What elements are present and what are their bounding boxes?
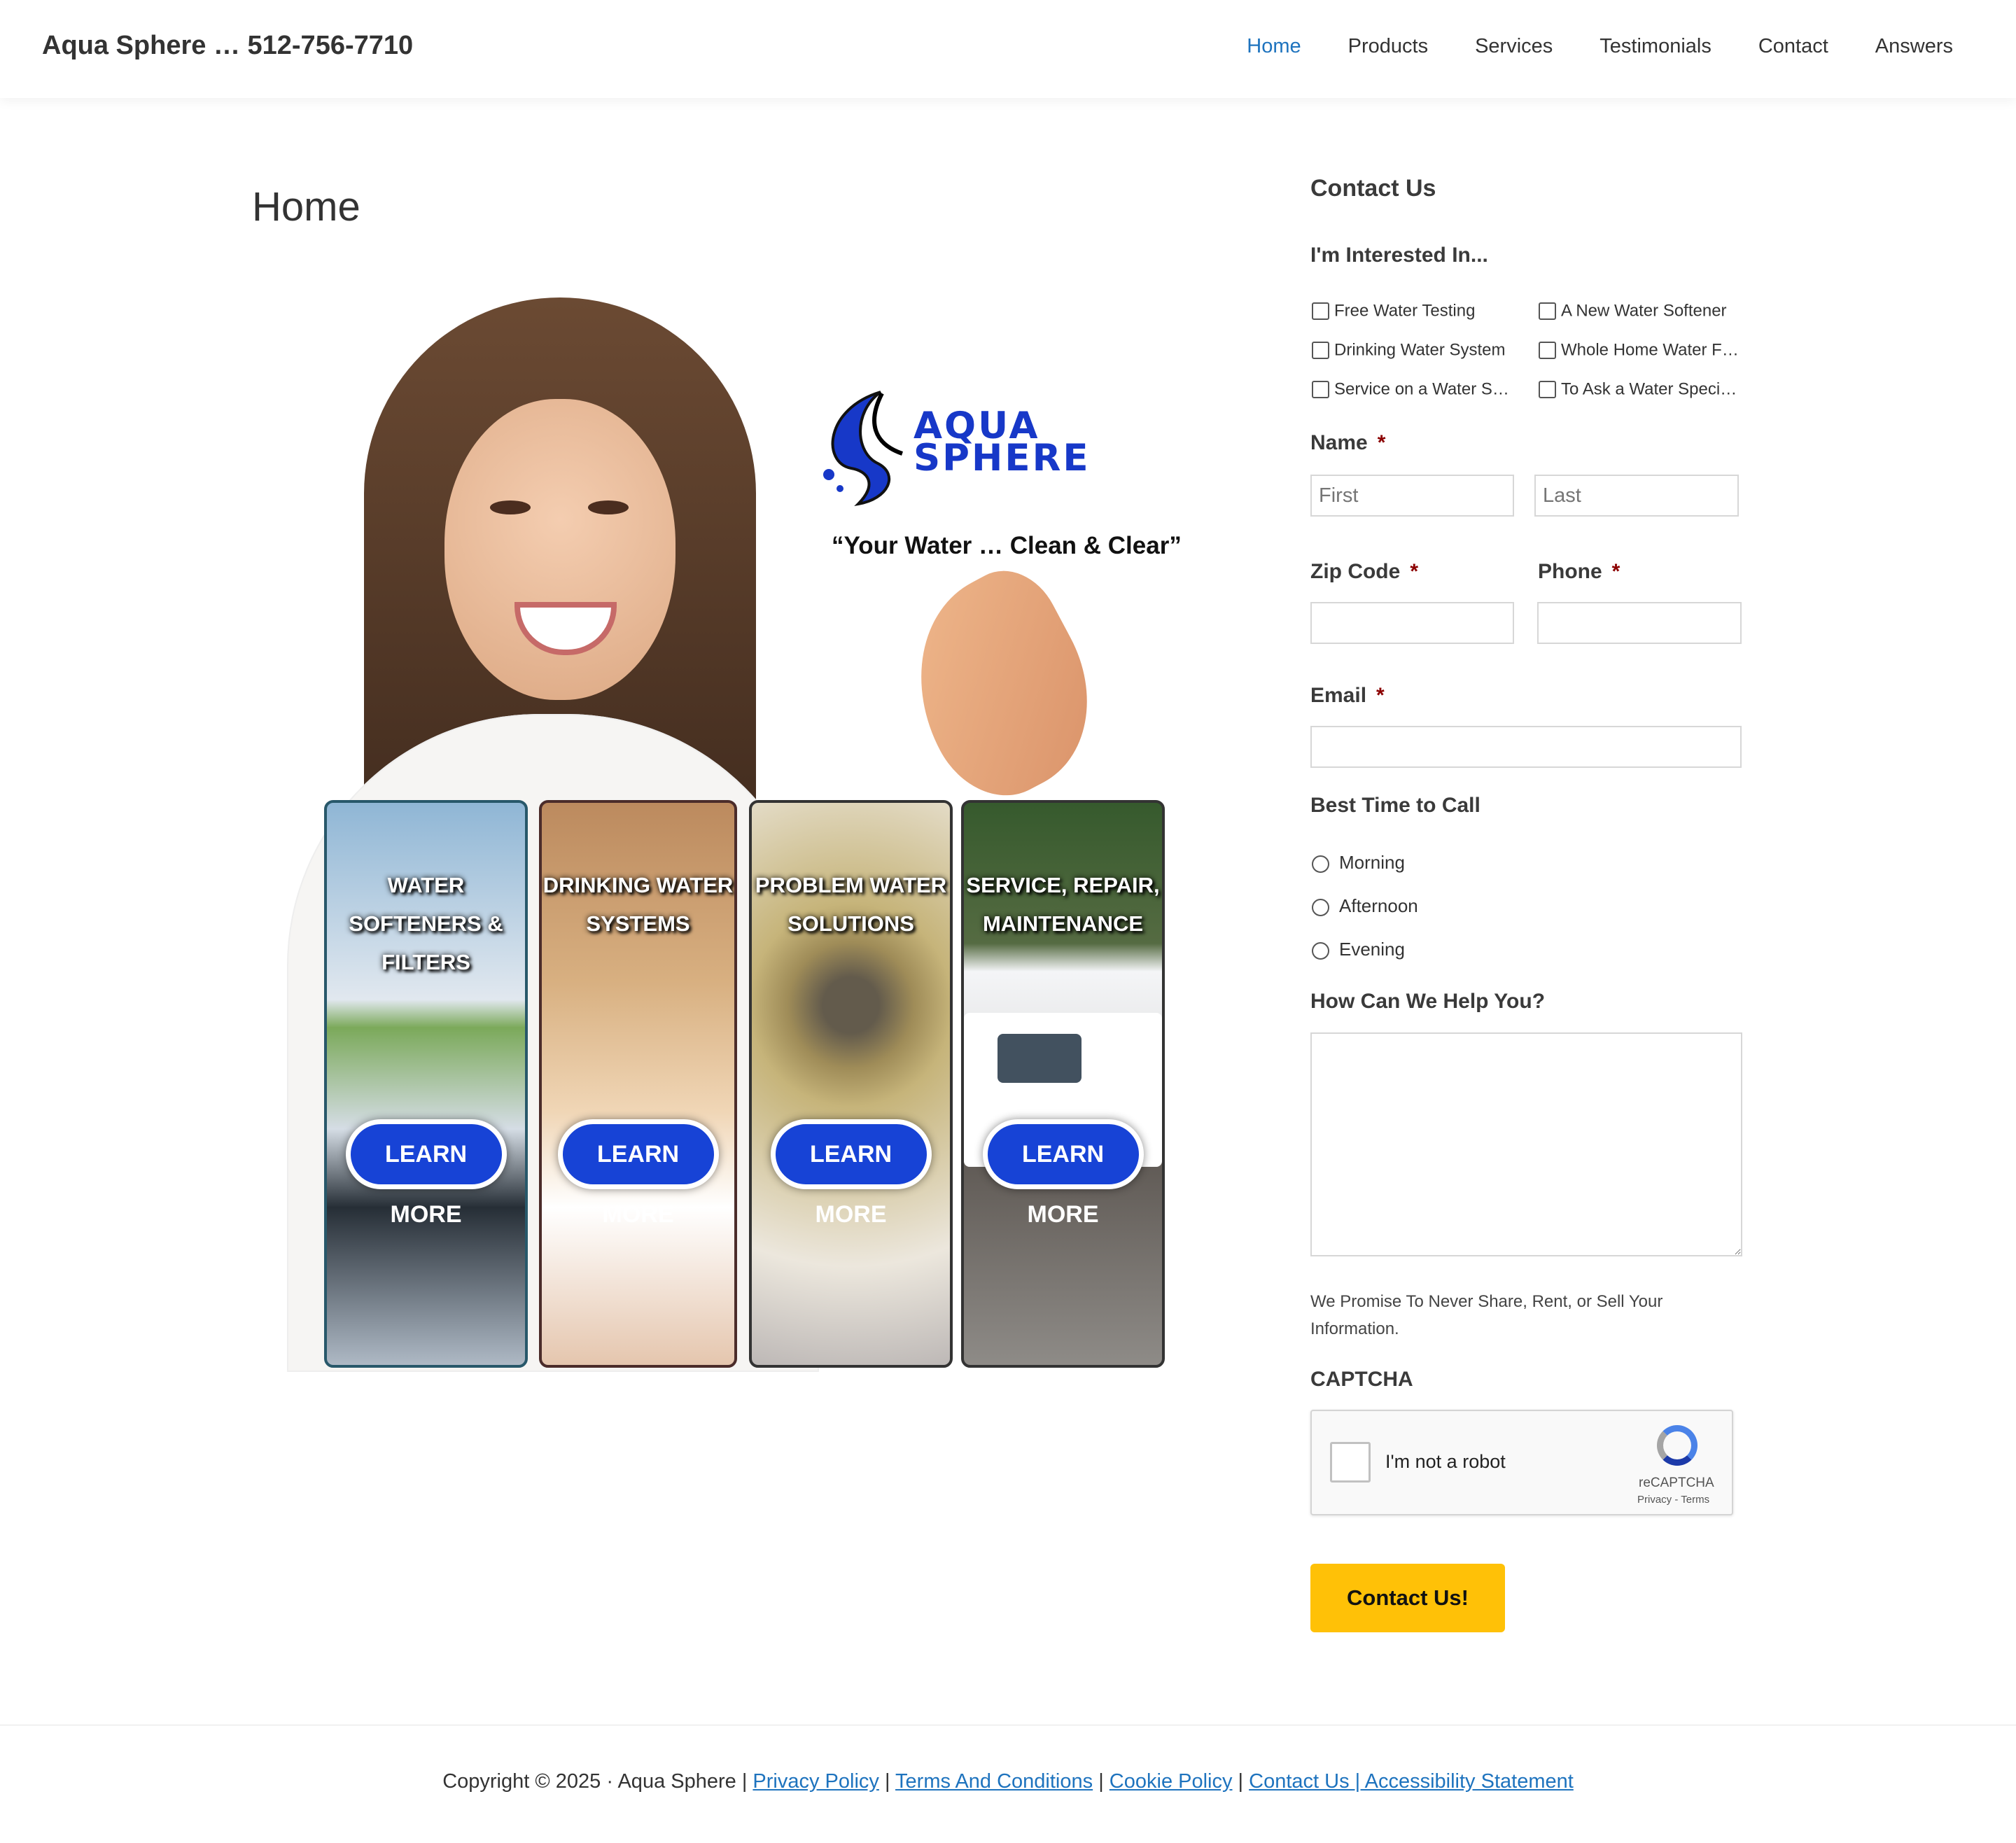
help-label: How Can We Help You? [1310, 990, 1546, 1013]
interest-free-water-testing[interactable]: Free Water Testing [1312, 301, 1475, 326]
water-softeners-card[interactable]: WATER SOFTENERS & FILTERS LEARN MORE [324, 800, 528, 1368]
interest-ask-specialist[interactable]: To Ask a Water Speci… [1539, 379, 1737, 405]
learn-more-button[interactable]: LEARN MORE [557, 1119, 719, 1228]
card-title: WATER SOFTENERS & FILTERS [349, 873, 503, 974]
privacy-policy-link[interactable]: Privacy Policy [752, 1770, 879, 1793]
site-title[interactable]: Aqua Sphere … 512-756-7710 [42, 31, 413, 61]
service-cards: WATER SOFTENERS & FILTERS LEARN MORE DRI… [324, 800, 1171, 1368]
page: Aqua Sphere … 512-756-7710 Home Products… [0, 0, 2016, 1842]
cookie-policy-link[interactable]: Cookie Policy [1110, 1770, 1233, 1793]
terms-link[interactable]: Terms And Conditions [895, 1770, 1093, 1793]
contact-accessibility-link[interactable]: Contact Us | Accessibility Statement [1249, 1770, 1574, 1793]
name-label: Name * [1310, 431, 1386, 454]
required-mark: * [1376, 684, 1385, 707]
interest-new-softener[interactable]: A New Water Softener [1539, 301, 1727, 326]
help-message-textarea[interactable] [1310, 1032, 1742, 1256]
recaptcha-label: I'm not a robot [1385, 1451, 1506, 1472]
woman-right-eye [588, 500, 629, 514]
radio-icon[interactable] [1312, 941, 1329, 960]
raised-hand-image [877, 554, 1125, 818]
aqua-sphere-logo: AQUA SPHERE [812, 371, 1155, 518]
recaptcha-widget: I'm not a robot reCAPTCHA Privacy - Term… [1310, 1410, 1733, 1515]
recaptcha-logo-icon [1657, 1425, 1698, 1466]
nav-answers[interactable]: Answers [1875, 35, 1953, 58]
contact-heading: Contact Us [1310, 175, 1436, 202]
radio-evening[interactable]: Evening [1312, 939, 1405, 960]
privacy-promise: We Promise To Never Share, Rent, or Sell… [1310, 1292, 1663, 1338]
site-header: Aqua Sphere … 512-756-7710 Home Products… [0, 0, 2016, 98]
contact-submit-button[interactable]: Contact Us! [1310, 1564, 1505, 1632]
interest-whole-home-filter[interactable]: Whole Home Water F… [1539, 340, 1739, 365]
recaptcha-checkbox[interactable] [1330, 1442, 1371, 1483]
footer-copyright: Copyright © 2025 · Aqua Sphere | Privacy… [442, 1770, 1574, 1793]
last-name-input[interactable] [1534, 475, 1739, 517]
interest-service[interactable]: Service on a Water S… [1312, 379, 1509, 405]
tagline: “Your Water … Clean & Clear” [832, 532, 1182, 559]
nav-contact[interactable]: Contact [1758, 35, 1828, 58]
phone-input[interactable] [1537, 602, 1742, 644]
logo-text: AQUA SPHERE [913, 405, 1091, 479]
required-mark: * [1377, 431, 1386, 454]
checkbox-icon[interactable] [1539, 302, 1556, 321]
radio-icon[interactable] [1312, 855, 1329, 873]
required-mark: * [1410, 560, 1419, 583]
first-name-input[interactable] [1310, 475, 1514, 517]
card-title: DRINKING WATER SYSTEMS [542, 873, 734, 936]
service-repair-card[interactable]: SERVICE, REPAIR, MAINTENANCE LEARN MORE [961, 800, 1165, 1368]
main-navigation: Home Products Services Testimonials Cont… [1200, 35, 1953, 58]
card-title: PROBLEM WATER SOLUTIONS [755, 873, 947, 936]
interest-drinking-water[interactable]: Drinking Water System [1312, 340, 1506, 365]
page-title: Home [252, 184, 360, 230]
captcha-label: CAPTCHA [1310, 1368, 1413, 1391]
learn-more-button[interactable]: LEARN MORE [982, 1119, 1144, 1228]
nav-products[interactable]: Products [1348, 35, 1428, 58]
recaptcha-links[interactable]: Privacy - Terms [1637, 1494, 1709, 1506]
site-footer: Copyright © 2025 · Aqua Sphere | Privacy… [0, 1725, 2016, 1843]
phone-label: Phone * [1538, 560, 1620, 583]
checkbox-icon[interactable] [1539, 342, 1556, 360]
drinking-water-card[interactable]: DRINKING WATER SYSTEMS LEARN MORE [539, 800, 737, 1368]
nav-services[interactable]: Services [1475, 35, 1553, 58]
nav-testimonials[interactable]: Testimonials [1600, 35, 1712, 58]
email-label: Email * [1310, 684, 1385, 707]
checkbox-icon[interactable] [1539, 381, 1556, 399]
required-mark: * [1611, 560, 1620, 583]
learn-more-button[interactable]: LEARN MORE [345, 1119, 507, 1228]
contact-form-sidebar: Contact Us I'm Interested In... Free Wat… [1310, 175, 1744, 1632]
best-time-label: Best Time to Call [1310, 794, 1480, 817]
radio-icon[interactable] [1312, 898, 1329, 916]
email-input[interactable] [1310, 726, 1742, 768]
interest-label: I'm Interested In... [1310, 244, 1488, 267]
card-title: SERVICE, REPAIR, MAINTENANCE [966, 873, 1160, 936]
hero-image: AQUA SPHERE “Your Water … Clean & Clear”… [259, 280, 1190, 1372]
recaptcha-brand: reCAPTCHA [1639, 1476, 1714, 1490]
learn-more-button[interactable]: LEARN MORE [770, 1119, 932, 1228]
checkbox-icon[interactable] [1312, 381, 1329, 399]
checkbox-icon[interactable] [1312, 342, 1329, 360]
zip-code-input[interactable] [1310, 602, 1514, 644]
zip-code-label: Zip Code * [1310, 560, 1419, 583]
checkbox-icon[interactable] [1312, 302, 1329, 321]
problem-water-card[interactable]: PROBLEM WATER SOLUTIONS LEARN MORE [749, 800, 953, 1368]
nav-home[interactable]: Home [1247, 35, 1301, 58]
woman-left-eye [490, 500, 531, 514]
radio-morning[interactable]: Morning [1312, 852, 1405, 874]
radio-afternoon[interactable]: Afternoon [1312, 895, 1418, 917]
truck-window [997, 1034, 1082, 1083]
